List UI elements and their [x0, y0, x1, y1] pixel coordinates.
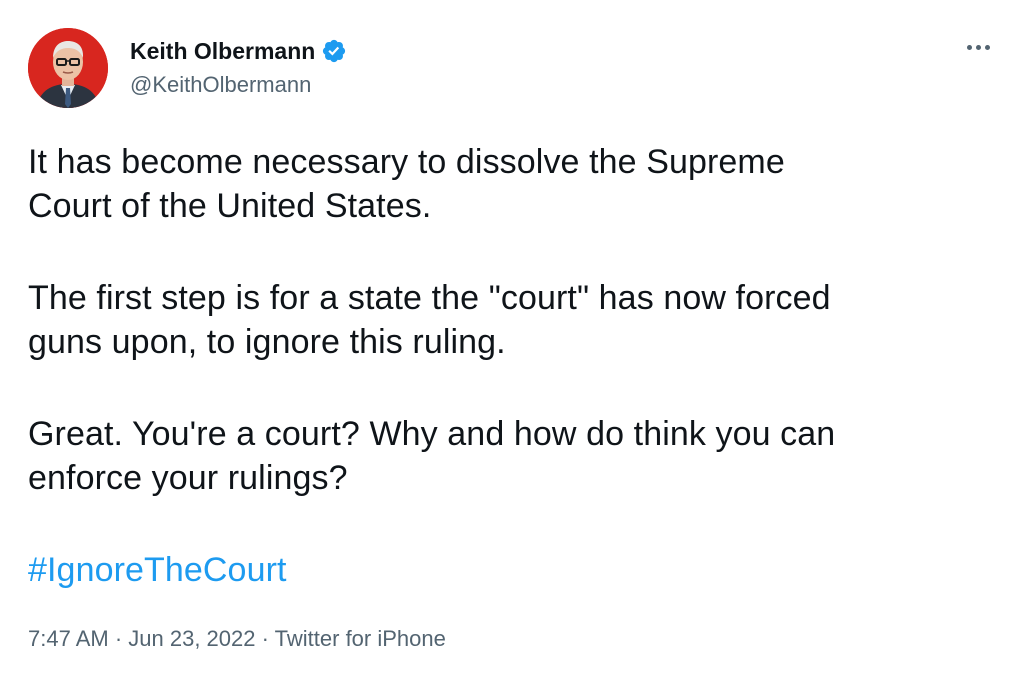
tweet-metadata: 7:47 AM · Jun 23, 2022 · Twitter for iPh…	[28, 626, 446, 652]
author-name[interactable]: Keith Olbermann	[130, 38, 315, 65]
timestamp-time[interactable]: 7:47 AM	[28, 626, 109, 651]
meta-separator: ·	[255, 626, 275, 651]
tweet-header: Keith Olbermann @KeithOlbermann	[28, 28, 998, 112]
avatar-portrait-icon	[28, 28, 108, 108]
timestamp-date[interactable]: Jun 23, 2022	[128, 626, 255, 651]
hashtag-line: #IgnoreTheCourt	[28, 548, 998, 592]
more-dot	[984, 44, 990, 50]
hashtag-link[interactable]: #IgnoreTheCourt	[28, 551, 287, 589]
more-dot	[966, 44, 972, 50]
author-handle[interactable]: @KeithOlbermann	[130, 72, 347, 98]
tweet-card: Keith Olbermann @KeithOlbermann It has b…	[0, 0, 1018, 674]
tweet-paragraph-3: Great. You're a court? Why and how do th…	[28, 415, 836, 497]
more-options-icon[interactable]	[958, 34, 998, 60]
tweet-source[interactable]: Twitter for iPhone	[275, 626, 446, 651]
verified-badge-icon	[321, 38, 347, 64]
tweet-paragraph-1: It has become necessary to dissolve the …	[28, 143, 785, 225]
tweet-paragraph-2: The first step is for a state the "court…	[28, 279, 831, 361]
author-block: Keith Olbermann @KeithOlbermann	[130, 36, 347, 98]
more-dot	[975, 44, 981, 50]
name-row: Keith Olbermann	[130, 36, 347, 66]
avatar[interactable]	[28, 28, 108, 108]
meta-separator: ·	[108, 626, 129, 651]
tweet-text: It has become necessary to dissolve the …	[28, 140, 998, 592]
